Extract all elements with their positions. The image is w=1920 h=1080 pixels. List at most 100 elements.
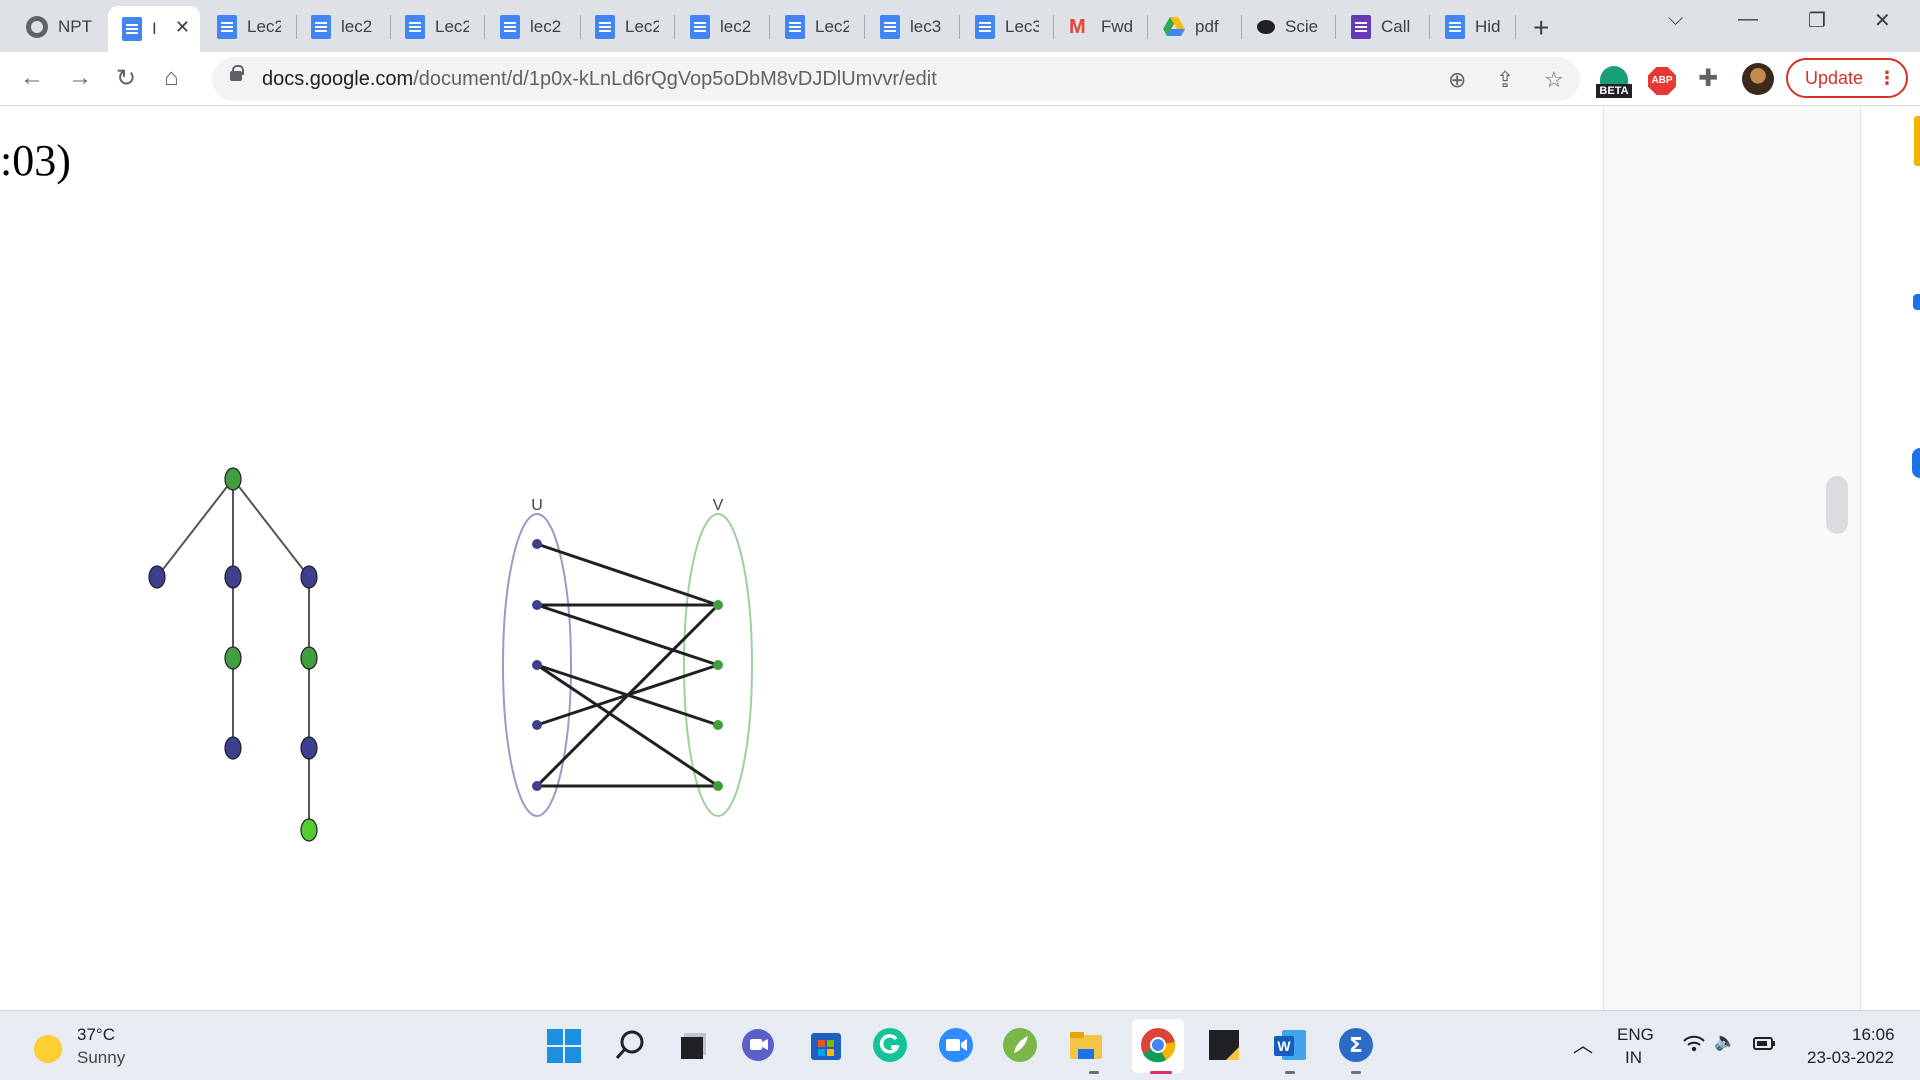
tab-0[interactable]: NPT bbox=[12, 7, 106, 47]
tab-10[interactable]: Lec3 bbox=[961, 7, 1053, 47]
share-icon[interactable]: ⇪ bbox=[1496, 67, 1514, 93]
tab-separator bbox=[1241, 15, 1242, 39]
tab-13[interactable]: Scie bbox=[1243, 7, 1335, 47]
word-icon[interactable]: W bbox=[1272, 1027, 1308, 1063]
globe-icon bbox=[26, 16, 48, 38]
update-button[interactable]: Update ⋮ bbox=[1786, 58, 1908, 98]
minimize-button[interactable]: — bbox=[1738, 8, 1758, 31]
tab-label: Call bbox=[1381, 17, 1411, 36]
tab-9[interactable]: lec3 bbox=[866, 7, 958, 47]
tab-11[interactable]: M Fwd bbox=[1055, 7, 1147, 47]
tree-node bbox=[300, 646, 318, 670]
grammarly-icon[interactable] bbox=[872, 1027, 908, 1063]
weather-condition[interactable]: Sunny bbox=[77, 1048, 125, 1068]
forward-button[interactable]: → bbox=[68, 64, 92, 92]
beta-extension-icon[interactable]: BETA bbox=[1596, 66, 1632, 100]
battery-icon[interactable] bbox=[1752, 1033, 1778, 1058]
chrome-icon[interactable] bbox=[1140, 1027, 1176, 1063]
close-tab-icon[interactable]: ✕ bbox=[175, 17, 190, 38]
tab-7[interactable]: lec2 bbox=[676, 7, 768, 47]
document-canvas[interactable]: :03) U V bbox=[0, 107, 1603, 1010]
url-host: docs.google.com bbox=[262, 68, 414, 90]
tray-overflow-chevron-icon[interactable]: ︿ bbox=[1573, 1029, 1593, 1058]
clock-date[interactable]: 23-03-2022 bbox=[1807, 1048, 1894, 1068]
set-v-label: V bbox=[713, 497, 724, 514]
tab-strip: NPT I ✕ Lec2 lec2 Lec2 lec2 Lec2 lec2 Le… bbox=[0, 0, 1920, 52]
tab-label: Hid bbox=[1475, 17, 1501, 36]
reload-button[interactable]: ↻ bbox=[116, 64, 136, 93]
tab-8[interactable]: Lec2 bbox=[771, 7, 863, 47]
tab-label: Scie bbox=[1285, 17, 1319, 36]
tree-diagram bbox=[148, 467, 318, 842]
kebab-menu-icon: ⋮ bbox=[1878, 68, 1896, 88]
sticky-notes-icon[interactable] bbox=[1206, 1027, 1242, 1063]
url-text[interactable]: docs.google.com/document/d/1p0x-kLnLd6rQ… bbox=[262, 68, 937, 91]
tab-separator bbox=[769, 15, 770, 39]
docs-icon bbox=[217, 15, 237, 39]
file-explorer-icon[interactable] bbox=[1068, 1027, 1104, 1063]
evernote-leaf-icon[interactable] bbox=[1002, 1027, 1038, 1063]
clock-time[interactable]: 16:06 bbox=[1852, 1025, 1895, 1045]
weather-sun-icon[interactable] bbox=[34, 1035, 62, 1063]
bookmark-star-icon[interactable]: ☆ bbox=[1544, 67, 1564, 93]
u-node bbox=[532, 660, 542, 670]
tab-6[interactable]: Lec2 bbox=[581, 7, 673, 47]
tree-node-root bbox=[224, 467, 242, 491]
tab-separator bbox=[1147, 15, 1148, 39]
running-indicator bbox=[1285, 1071, 1295, 1074]
tab-12[interactable]: pdf bbox=[1149, 7, 1241, 47]
tab-14[interactable]: Call bbox=[1337, 7, 1429, 47]
calendar-side-icon[interactable] bbox=[1912, 448, 1920, 478]
chat-teams-icon[interactable] bbox=[740, 1027, 776, 1063]
zoom-app-icon[interactable] bbox=[938, 1027, 974, 1063]
microsoft-store-icon[interactable] bbox=[808, 1027, 844, 1063]
zoom-icon[interactable]: ⊕ bbox=[1448, 67, 1466, 93]
weather-temperature[interactable]: 37°C bbox=[77, 1025, 115, 1045]
new-tab-button[interactable]: + bbox=[1533, 12, 1549, 44]
adblock-icon[interactable]: ABP bbox=[1648, 67, 1676, 95]
tasks-side-icon[interactable] bbox=[1913, 294, 1920, 310]
tab-label: pdf bbox=[1195, 17, 1219, 36]
tab-separator bbox=[1053, 15, 1054, 39]
wifi-icon[interactable] bbox=[1682, 1033, 1706, 1058]
tab-separator bbox=[1335, 15, 1336, 39]
bipartite-edge bbox=[536, 603, 719, 667]
tab-search-chevron-icon[interactable]: ⌵ bbox=[1668, 8, 1683, 31]
tab-4[interactable]: Lec2 bbox=[391, 7, 483, 47]
task-view-icon[interactable] bbox=[676, 1027, 712, 1063]
tree-node bbox=[224, 646, 242, 670]
tab-15[interactable]: Hid bbox=[1431, 7, 1523, 47]
language-indicator[interactable]: ENG bbox=[1617, 1025, 1654, 1045]
docs-icon bbox=[122, 17, 142, 41]
tab-5[interactable]: lec2 bbox=[486, 7, 578, 47]
lock-icon[interactable] bbox=[230, 65, 244, 81]
profile-avatar[interactable] bbox=[1742, 63, 1774, 95]
tab-separator bbox=[864, 15, 865, 39]
search-icon[interactable] bbox=[612, 1027, 648, 1063]
address-bar[interactable]: docs.google.com/document/d/1p0x-kLnLd6rQ… bbox=[212, 57, 1580, 101]
side-panel-strip bbox=[1860, 107, 1920, 1010]
browser-toolbar: ← → ↻ ⌂ docs.google.com/document/d/1p0x-… bbox=[0, 52, 1920, 106]
start-windows-icon[interactable] bbox=[547, 1029, 581, 1063]
math-sigma-icon[interactable]: Σ bbox=[1338, 1027, 1374, 1063]
gmail-icon: M bbox=[1069, 15, 1086, 38]
tree-node bbox=[224, 565, 242, 589]
keep-side-icon[interactable] bbox=[1914, 116, 1920, 166]
back-button[interactable]: ← bbox=[20, 64, 44, 92]
drive-icon bbox=[1163, 17, 1185, 36]
extensions-puzzle-icon[interactable]: ✚ bbox=[1698, 64, 1718, 93]
region-indicator[interactable]: IN bbox=[1625, 1048, 1642, 1068]
volume-icon[interactable]: 🔈 bbox=[1714, 1031, 1736, 1052]
home-button[interactable]: ⌂ bbox=[164, 64, 179, 92]
u-node bbox=[532, 781, 542, 791]
tab-label: Lec2 bbox=[435, 17, 469, 36]
vertical-scrollbar-thumb[interactable] bbox=[1826, 476, 1848, 534]
close-window-button[interactable]: ✕ bbox=[1874, 8, 1891, 33]
u-node bbox=[532, 600, 542, 610]
restore-button[interactable]: ❐ bbox=[1808, 8, 1826, 33]
tab-3[interactable]: lec2 bbox=[297, 7, 389, 47]
tab-2[interactable]: Lec2 bbox=[203, 7, 295, 47]
tab-separator bbox=[674, 15, 675, 39]
tab-active[interactable]: I ✕ bbox=[108, 6, 200, 52]
tab-label: lec2 bbox=[341, 17, 373, 36]
